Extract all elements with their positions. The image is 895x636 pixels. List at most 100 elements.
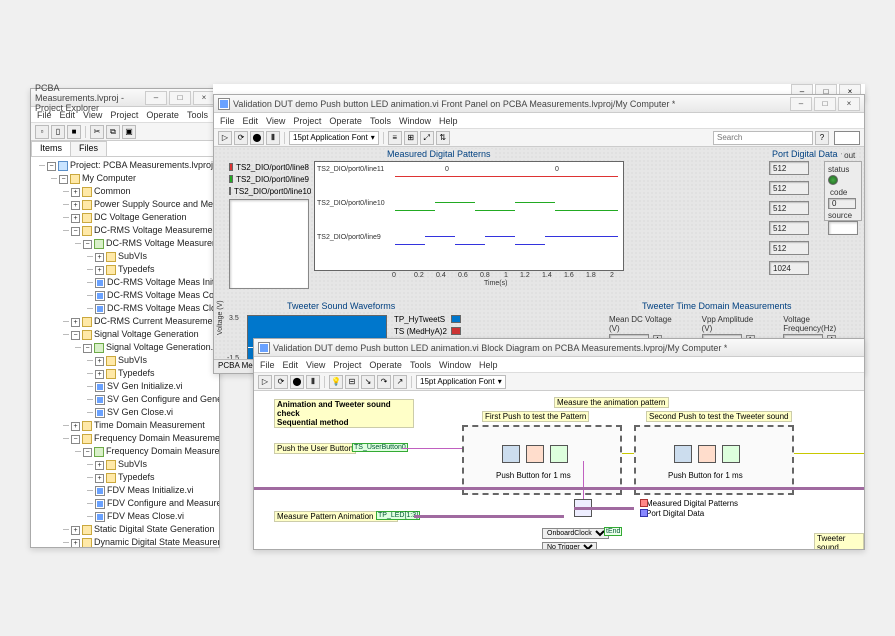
twisty-icon[interactable]: + <box>95 357 104 366</box>
twisty-icon[interactable]: + <box>95 461 104 470</box>
menu-window[interactable]: Window <box>439 360 471 370</box>
menu-view[interactable]: View <box>306 360 325 370</box>
run-button[interactable]: ▷ <box>218 131 232 145</box>
resize-icon[interactable]: ⤢ <box>420 131 434 145</box>
help-icon[interactable]: ? <box>815 131 829 145</box>
bd-ring-notrigger[interactable]: No Trigger <box>542 541 597 549</box>
pause-button[interactable]: Ⅱ <box>306 375 320 389</box>
project-explorer-titlebar[interactable]: PCBA Measurements.lvproj - Project Explo… <box>31 89 219 107</box>
step-over-icon[interactable]: ↷ <box>377 375 391 389</box>
tree-item[interactable]: Frequency Domain Measurement <box>94 433 219 443</box>
tree-item[interactable]: SV Gen Initialize.vi <box>107 381 183 391</box>
vi-icon-pane[interactable] <box>834 131 860 145</box>
digital-waveform-graph[interactable]: TS2_DIO/port0/line11 TS2_DIO/port0/line1… <box>314 161 624 271</box>
step-out-icon[interactable]: ↗ <box>393 375 407 389</box>
tree-item[interactable]: Frequency Domain Measurement.lvlib <box>106 446 219 456</box>
menu-file[interactable]: File <box>220 116 235 126</box>
tree-item[interactable]: My Computer <box>82 173 136 183</box>
open-icon[interactable]: ▯ <box>51 125 65 139</box>
menu-view[interactable]: View <box>266 116 285 126</box>
tab-files[interactable]: Files <box>70 141 107 156</box>
twisty-icon[interactable]: − <box>83 344 92 353</box>
menu-project[interactable]: Project <box>333 360 361 370</box>
menu-tools[interactable]: Tools <box>410 360 431 370</box>
tree-item[interactable]: Signal Voltage Generation.lvlib <box>106 342 219 352</box>
tree-root[interactable]: Project: PCBA Measurements.lvproj <box>70 160 213 170</box>
sequence-frame-2[interactable]: Push Button for 1 ms <box>634 425 794 495</box>
step-into-icon[interactable]: ↘ <box>361 375 375 389</box>
menu-help[interactable]: Help <box>479 360 498 370</box>
subvi-node[interactable] <box>722 445 740 463</box>
menu-operate[interactable]: Operate <box>329 116 362 126</box>
tree-item[interactable]: DC-RMS Voltage Measurement <box>94 225 219 235</box>
bd-ring-onboard[interactable]: OnboardClock <box>542 527 609 539</box>
tree-item[interactable]: Signal Voltage Generation <box>94 329 199 339</box>
run-continuous-button[interactable]: ⟳ <box>234 131 248 145</box>
tree-item[interactable]: Dynamic Digital State Measurement <box>94 537 219 547</box>
tree-item[interactable]: SV Gen Close.vi <box>107 407 173 417</box>
twisty-icon[interactable]: − <box>83 448 92 457</box>
subvi-node[interactable] <box>502 445 520 463</box>
menu-tools[interactable]: Tools <box>370 116 391 126</box>
twisty-icon[interactable]: + <box>95 370 104 379</box>
tree-item[interactable]: DC-RMS Voltage Meas Initialize.vi <box>107 277 219 287</box>
digital-scroll[interactable] <box>229 199 309 289</box>
tree-item[interactable]: DC-RMS Current Measurement <box>94 316 219 326</box>
highlight-exec-icon[interactable]: 💡 <box>329 375 343 389</box>
cut-icon[interactable]: ✂ <box>90 125 104 139</box>
tree-item[interactable]: SubVIs <box>118 459 147 469</box>
twisty-icon[interactable]: + <box>95 253 104 262</box>
twisty-icon[interactable]: − <box>59 175 68 184</box>
menu-tools[interactable]: Tools <box>187 110 208 120</box>
twisty-icon[interactable]: + <box>71 214 80 223</box>
close-button[interactable]: × <box>838 97 860 111</box>
run-button[interactable]: ▷ <box>258 375 272 389</box>
menu-file[interactable]: File <box>37 110 52 120</box>
tree-item[interactable]: Typedefs <box>118 472 155 482</box>
menu-operate[interactable]: Operate <box>146 110 179 120</box>
font-selector[interactable]: 15pt Application Font▾ <box>416 375 506 389</box>
tree-item[interactable]: Power Supply Source and Measure <box>94 199 219 209</box>
twisty-icon[interactable]: + <box>95 266 104 275</box>
abort-button[interactable]: ⬤ <box>290 375 304 389</box>
maximize-button[interactable]: □ <box>814 97 836 111</box>
subvi-node[interactable] <box>550 445 568 463</box>
tree-item[interactable]: DC-RMS Voltage Measurement.lvlib <box>106 238 219 248</box>
tree-item[interactable]: Time Domain Measurement <box>94 420 205 430</box>
menu-project[interactable]: Project <box>293 116 321 126</box>
twisty-icon[interactable]: − <box>71 331 80 340</box>
twisty-icon[interactable]: + <box>71 526 80 535</box>
copy-icon[interactable]: ⧉ <box>106 125 120 139</box>
tab-items[interactable]: Items <box>31 141 71 156</box>
paste-icon[interactable]: ▣ <box>122 125 136 139</box>
tree-item[interactable]: SubVIs <box>118 251 147 261</box>
font-selector[interactable]: 15pt Application Font▾ <box>289 131 379 145</box>
sequence-frame-1[interactable]: Push Button for 1 ms <box>462 425 622 495</box>
twisty-icon[interactable]: + <box>71 201 80 210</box>
tree-item[interactable]: DC Voltage Generation <box>94 212 187 222</box>
twisty-icon[interactable]: − <box>83 240 92 249</box>
tree-item[interactable]: Typedefs <box>118 368 155 378</box>
tree-item[interactable]: FDV Configure and Measure.vi <box>107 498 219 508</box>
tree-item[interactable]: FDV Meas Initialize.vi <box>107 485 194 495</box>
close-button[interactable]: × <box>193 91 215 105</box>
abort-button[interactable]: ⬤ <box>250 131 264 145</box>
pause-button[interactable]: Ⅱ <box>266 131 280 145</box>
subvi-node[interactable] <box>674 445 692 463</box>
twisty-icon[interactable]: − <box>47 162 56 171</box>
run-continuous-button[interactable]: ⟳ <box>274 375 288 389</box>
menu-file[interactable]: File <box>260 360 275 370</box>
retain-wire-icon[interactable]: ⊟ <box>345 375 359 389</box>
front-panel-titlebar[interactable]: Validation DUT demo Push button LED anim… <box>214 95 864 113</box>
menu-project[interactable]: Project <box>110 110 138 120</box>
twisty-icon[interactable]: + <box>71 188 80 197</box>
subvi-node[interactable] <box>526 445 544 463</box>
twisty-icon[interactable]: + <box>95 474 104 483</box>
twisty-icon[interactable]: + <box>71 422 80 431</box>
tree-item[interactable]: DC-RMS Voltage Meas Close.vi <box>107 303 219 313</box>
menu-edit[interactable]: Edit <box>283 360 299 370</box>
menu-edit[interactable]: Edit <box>243 116 259 126</box>
maximize-button[interactable]: □ <box>169 91 191 105</box>
tree-item[interactable]: SubVIs <box>118 355 147 365</box>
tree-item[interactable]: DC-RMS Voltage Meas Configure and Measur… <box>107 290 219 300</box>
